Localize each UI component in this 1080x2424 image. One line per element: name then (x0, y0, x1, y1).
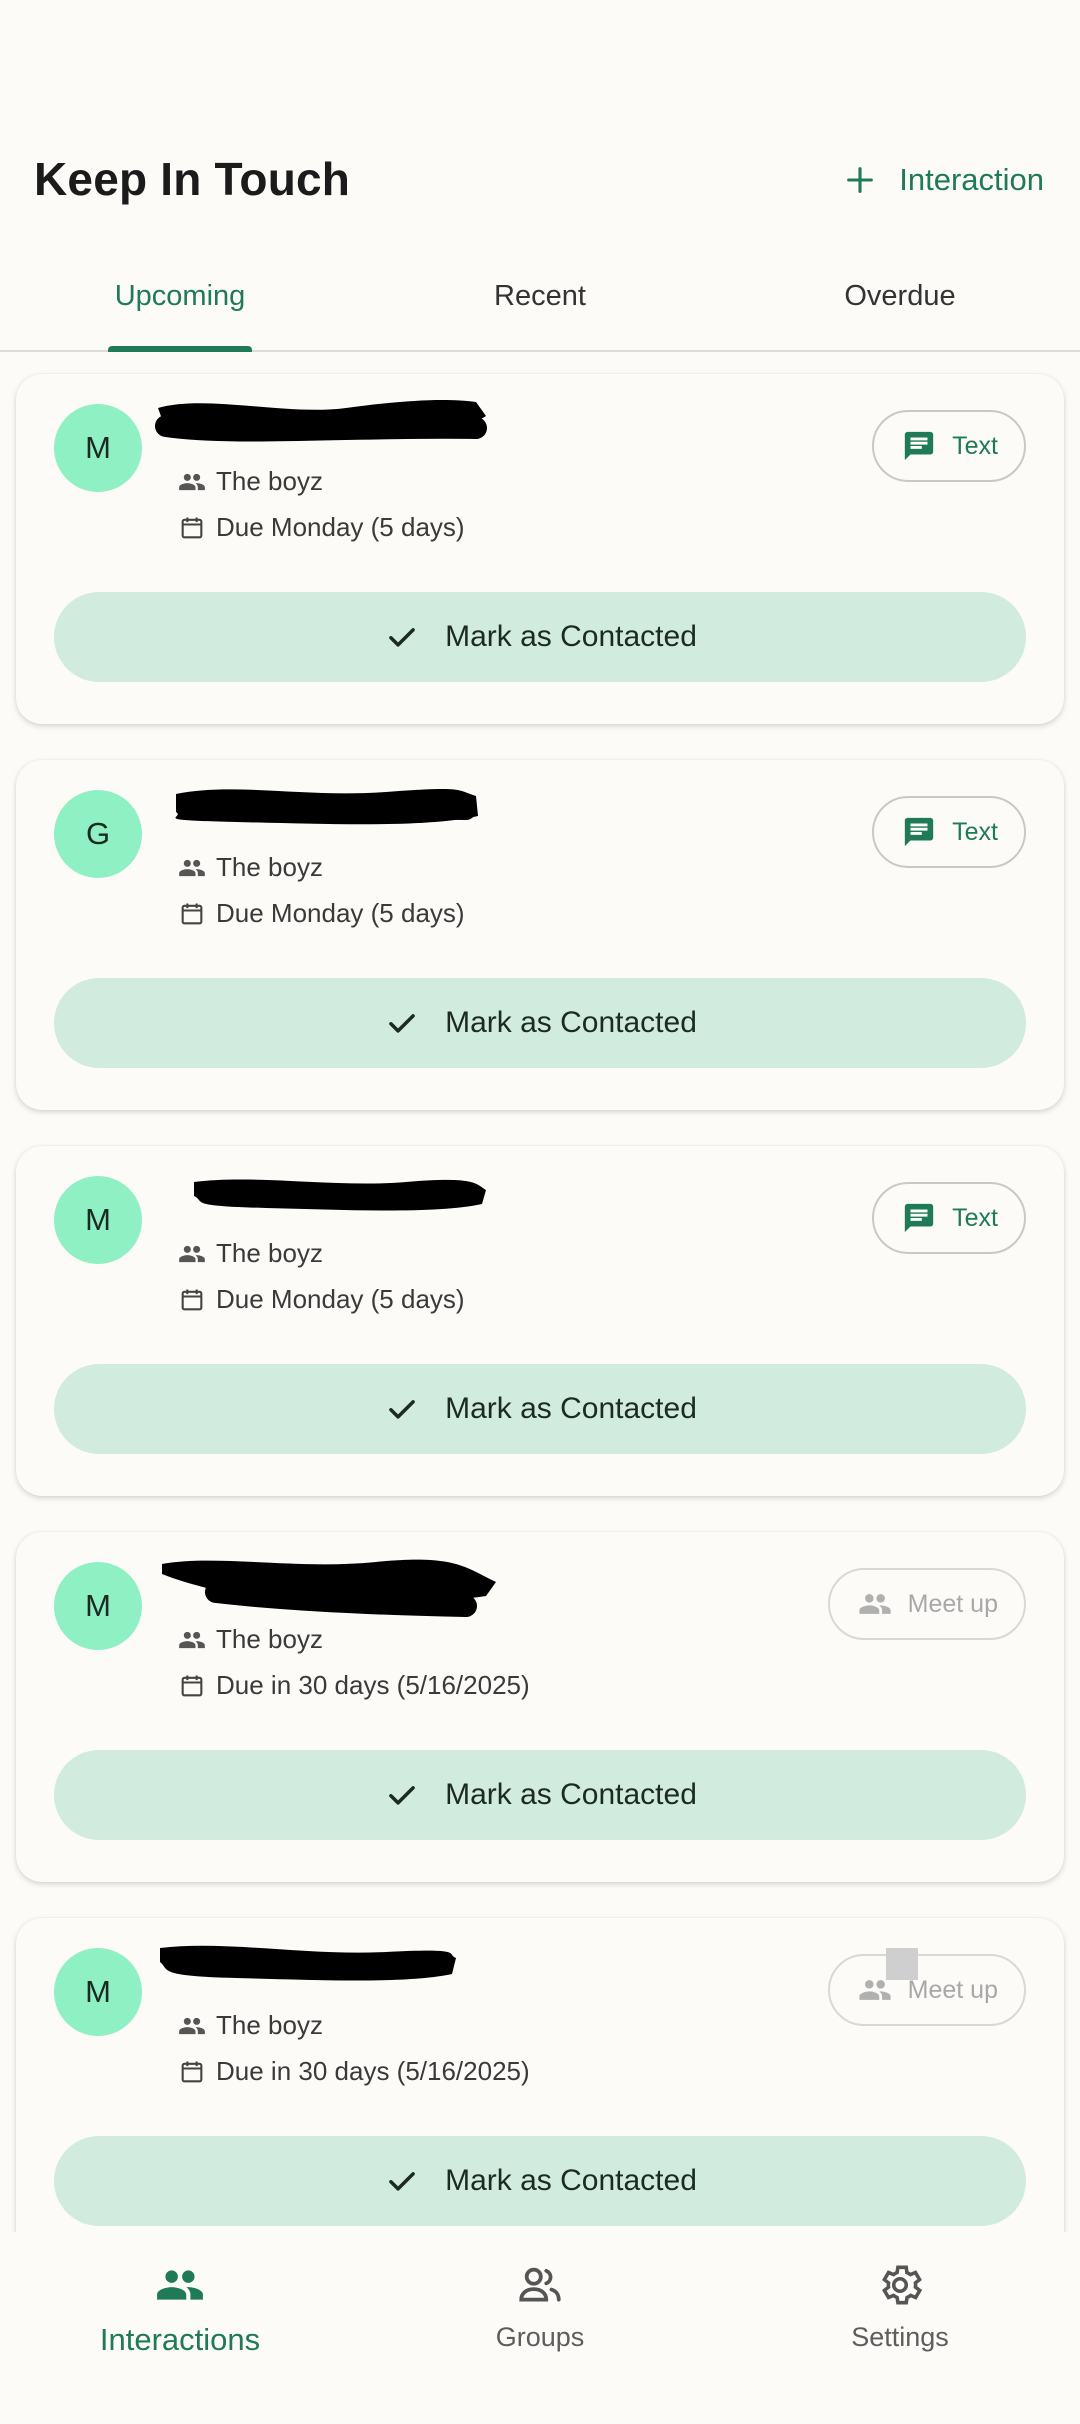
people-icon (179, 1245, 205, 1262)
group-name: The boyz (216, 852, 323, 882)
group-row: The boyz (178, 1624, 323, 1655)
mark-contacted-button[interactable]: Mark as Contacted (54, 592, 1026, 682)
tab-overdue[interactable]: Overdue (720, 262, 1080, 350)
due-row: Due Monday (5 days) (178, 898, 465, 929)
group-row: The boyz (178, 1238, 323, 1269)
redaction-scribble (160, 1945, 456, 1981)
text-action-chip[interactable]: Text (872, 796, 1026, 868)
redaction-scribble (155, 400, 487, 442)
meet-up-action-chip[interactable]: Meet up (827, 1568, 1026, 1640)
group-name: The boyz (216, 2010, 323, 2040)
redaction-scribble (162, 1559, 496, 1617)
due-row: Due in 30 days (5/16/2025) (178, 1670, 530, 1701)
due-row: Due Monday (5 days) (178, 1284, 465, 1315)
calendar-icon (181, 903, 203, 924)
nav-label: Interactions (99, 2322, 261, 2357)
avatar: M (54, 1948, 142, 2036)
people-icon (179, 1631, 205, 1648)
calendar-icon (181, 1289, 203, 1310)
nav-interactions[interactable]: Interactions (0, 2232, 360, 2424)
due-text: Due in 30 days (5/16/2025) (216, 1670, 530, 1700)
interaction-card: M The boyz Due Monday (5 days) Text Mark… (16, 374, 1064, 724)
page-title: Keep In Touch (34, 153, 351, 205)
group-row: The boyz (178, 2010, 323, 2041)
add-interaction-button[interactable]: Interaction (843, 162, 1044, 198)
check-icon (389, 1400, 415, 1419)
nav-label: Settings (851, 2322, 949, 2352)
nav-groups[interactable]: Groups (360, 2232, 720, 2424)
mark-contacted-button[interactable]: Mark as Contacted (54, 1364, 1026, 1454)
action-label: Meet up (907, 1975, 998, 2004)
mark-label: Mark as Contacted (445, 2164, 697, 2197)
add-interaction-label: Interaction (899, 162, 1044, 197)
action-label: Text (952, 431, 998, 460)
group-name: The boyz (216, 466, 323, 496)
check-icon (389, 1014, 415, 1033)
mark-contacted-button[interactable]: Mark as Contacted (54, 2136, 1026, 2226)
due-text: Due Monday (5 days) (216, 1284, 465, 1314)
people-icon (157, 2270, 203, 2300)
people-icon (179, 859, 205, 876)
groups-icon (519, 2267, 561, 2302)
meet-up-action-chip[interactable]: Meet up (827, 1954, 1026, 2026)
calendar-icon (181, 1675, 203, 1696)
people-icon (179, 2017, 205, 2034)
tab-bar: Upcoming Recent Overdue (0, 262, 1080, 352)
action-label: Text (952, 1203, 998, 1232)
action-label: Meet up (907, 1589, 998, 1618)
gear-icon (882, 2265, 923, 2305)
avatar: M (54, 1176, 142, 1264)
tab-upcoming[interactable]: Upcoming (0, 262, 360, 352)
message-icon (904, 817, 934, 847)
text-action-chip[interactable]: Text (872, 410, 1026, 482)
group-row: The boyz (178, 852, 323, 883)
tab-recent[interactable]: Recent (360, 262, 720, 350)
redaction-scribble (175, 789, 478, 825)
calendar-icon (181, 517, 203, 538)
people-icon (859, 1594, 891, 1614)
app-root: Keep In Touch Interaction Upcoming Recen… (0, 0, 1080, 2424)
due-text: Due Monday (5 days) (216, 512, 465, 542)
nav-settings[interactable]: Settings (720, 2232, 1080, 2424)
plus-icon (847, 167, 874, 193)
check-icon (389, 628, 415, 647)
interaction-card: G The boyz Due Monday (5 days) Text Mark… (16, 760, 1064, 1110)
tab-label: Overdue (844, 280, 956, 312)
tab-active-indicator (108, 346, 252, 352)
bottom-navigation: Interactions Groups Settings (0, 2232, 1080, 2424)
due-row: Due in 30 days (5/16/2025) (178, 2056, 530, 2087)
calendar-icon (181, 2061, 203, 2082)
mark-contacted-button[interactable]: Mark as Contacted (54, 1750, 1026, 1840)
mark-contacted-button[interactable]: Mark as Contacted (54, 978, 1026, 1068)
avatar: M (54, 404, 142, 492)
tab-label: Upcoming (114, 280, 246, 312)
interaction-card: M The boyz Due Monday (5 days) Text Mark… (16, 1146, 1064, 1496)
message-icon (904, 1203, 934, 1233)
interaction-list: M The boyz Due Monday (5 days) Text Mark… (16, 374, 1064, 2424)
people-icon (179, 473, 205, 490)
group-name: The boyz (216, 1238, 323, 1268)
avatar: M (54, 1562, 142, 1650)
message-icon (904, 431, 934, 461)
text-action-chip[interactable]: Text (872, 1182, 1026, 1254)
due-text: Due in 30 days (5/16/2025) (216, 2056, 530, 2086)
check-icon (389, 2172, 415, 2191)
redaction-scribble (194, 1179, 486, 1211)
mark-label: Mark as Contacted (445, 1392, 697, 1425)
group-row: The boyz (178, 466, 323, 497)
interaction-card: M The boyz Due in 30 days (5/16/2025) Me… (16, 1532, 1064, 1882)
group-name: The boyz (216, 1624, 323, 1654)
mark-label: Mark as Contacted (445, 620, 697, 653)
nav-label: Groups (495, 2322, 585, 2352)
due-row: Due Monday (5 days) (178, 512, 465, 543)
check-icon (389, 1786, 415, 1805)
action-label: Text (952, 817, 998, 846)
tab-label: Recent (494, 280, 586, 312)
mark-label: Mark as Contacted (445, 1778, 697, 1811)
avatar: G (54, 790, 142, 878)
mark-label: Mark as Contacted (445, 1006, 697, 1039)
app-header: Keep In Touch Interaction (0, 0, 1080, 260)
touch-indicator (886, 1948, 918, 1980)
due-text: Due Monday (5 days) (216, 898, 465, 928)
